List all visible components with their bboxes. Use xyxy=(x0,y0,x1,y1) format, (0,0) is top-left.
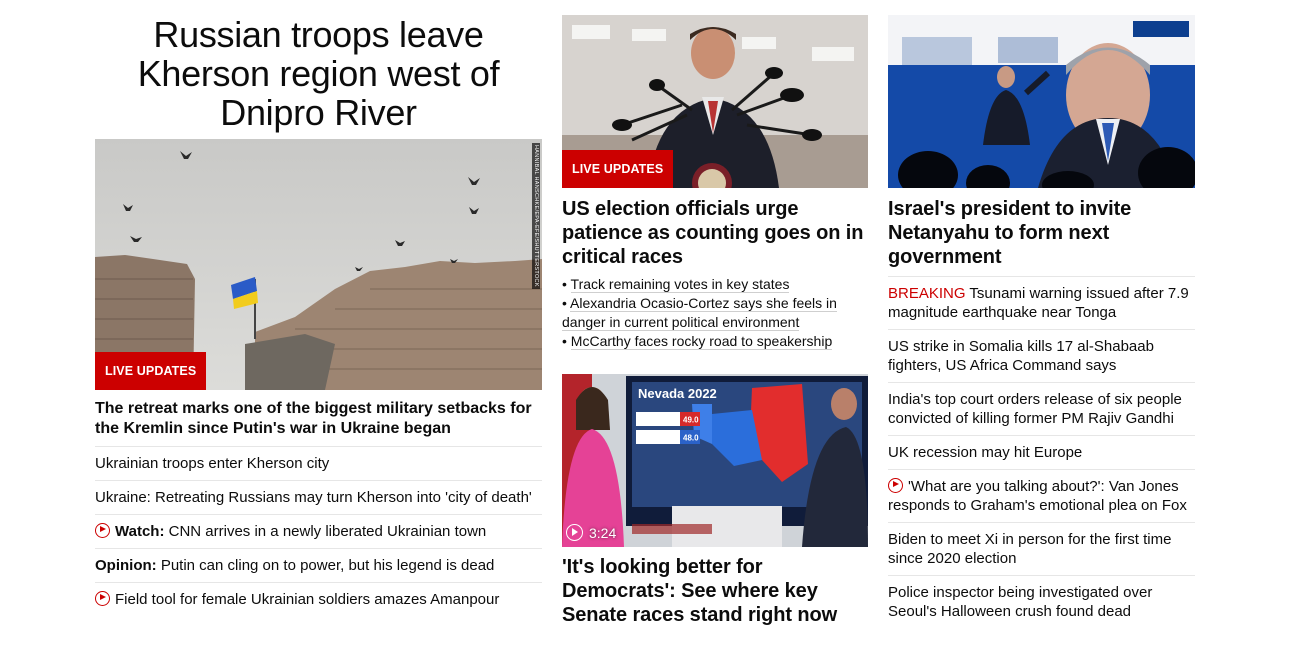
screen-title: Nevada 2022 xyxy=(638,386,717,401)
headline-link-6[interactable]: Biden to meet Xi in person for the first… xyxy=(888,522,1195,575)
photo-credit: HANNIBAL HANSCHKE/EPA-EFE/SHUTTERSTOCK xyxy=(532,143,540,289)
screen-value-1: 49.0 xyxy=(683,416,699,425)
link-text: CNN arrives in a newly liberated Ukraini… xyxy=(164,523,487,540)
related-link-1[interactable]: Ukrainian troops enter Kherson city xyxy=(95,446,542,480)
related-link-5[interactable]: Field tool for female Ukrainian soldiers… xyxy=(95,582,542,616)
link-text: Ukrainian troops enter Kherson city xyxy=(95,455,330,472)
headline-link-7[interactable]: Police inspector being investigated over… xyxy=(888,575,1195,628)
screen-value-2: 48.0 xyxy=(683,434,699,443)
headline-link-1[interactable]: BREAKING Tsunami warning issued after 7.… xyxy=(888,276,1195,329)
lead-story-column: Russian troops leave Kherson region west… xyxy=(95,15,542,616)
play-circle-icon xyxy=(566,524,583,541)
election-bullets: • Track remaining votes in key states • A… xyxy=(562,275,868,351)
link-text: Ukraine: Retreating Russians may turn Kh… xyxy=(95,489,532,506)
headline-text: Police inspector being investigated over… xyxy=(888,584,1153,620)
bullet-text: Alexandria Ocasio-Cortez says she feels … xyxy=(562,295,837,331)
lead-headline[interactable]: Russian troops leave Kherson region west… xyxy=(95,15,542,132)
right-column: Israel's president to invite Netanyahu t… xyxy=(888,15,1195,628)
netanyahu-image xyxy=(888,15,1195,188)
video-duration: 3:24 xyxy=(566,524,616,541)
nevada-video-image: Nevada 2022 49.0 48.0 xyxy=(562,374,868,547)
play-video-icon xyxy=(888,478,903,493)
headline-text: US strike in Somalia kills 17 al-Shabaab… xyxy=(888,338,1154,374)
link-text: Field tool for female Ukrainian soldiers… xyxy=(115,591,500,608)
live-updates-badge-2[interactable]: LIVE UPDATES xyxy=(562,150,674,188)
election-bullet-1[interactable]: • Track remaining votes in key states xyxy=(562,275,868,294)
link-text: Putin can cling on to power, but his leg… xyxy=(156,557,495,574)
election-officials-headline[interactable]: US election officials urge patience as c… xyxy=(562,197,868,269)
headline-text: 'What are you talking about?': Van Jones… xyxy=(888,478,1187,514)
headline-link-3[interactable]: India's top court orders release of six … xyxy=(888,382,1195,435)
headline-link-5[interactable]: 'What are you talking about?': Van Jones… xyxy=(888,469,1195,522)
headline-text: India's top court orders release of six … xyxy=(888,391,1182,427)
bullet-text: Track remaining votes in key states xyxy=(570,276,790,293)
election-bullet-2[interactable]: • Alexandria Ocasio-Cortez says she feel… xyxy=(562,294,868,332)
middle-column: LIVE UPDATES US election officials urge … xyxy=(562,15,868,627)
related-link-4[interactable]: Opinion: Putin can cling on to power, bu… xyxy=(95,548,542,582)
lead-summary-link[interactable]: The retreat marks one of the biggest mil… xyxy=(95,399,542,439)
election-officials-photo[interactable]: LIVE UPDATES xyxy=(562,15,868,188)
election-bullet-3[interactable]: • McCarthy faces rocky road to speakersh… xyxy=(562,332,868,351)
related-link-3[interactable]: Watch: CNN arrives in a newly liberated … xyxy=(95,514,542,548)
related-link-2[interactable]: Ukraine: Retreating Russians may turn Kh… xyxy=(95,480,542,514)
headline-text: UK recession may hit Europe xyxy=(888,444,1083,461)
link-prefix: Watch: xyxy=(115,523,165,540)
bullet-dot: • xyxy=(562,295,571,311)
lead-headline-link[interactable]: Russian troops leave Kherson region west… xyxy=(138,14,500,133)
bullet-dot: • xyxy=(562,333,571,349)
netanyahu-photo[interactable] xyxy=(888,15,1195,188)
bullet-text: McCarthy faces rocky road to speakership xyxy=(570,333,833,350)
nevada-video-thumbnail[interactable]: Nevada 2022 49.0 48.0 3:24 xyxy=(562,374,868,547)
play-video-icon xyxy=(95,591,110,606)
headline-text: Biden to meet Xi in person for the first… xyxy=(888,531,1172,567)
headline-link-2[interactable]: US strike in Somalia kills 17 al-Shabaab… xyxy=(888,329,1195,382)
related-links-list: Ukrainian troops enter Kherson city Ukrai… xyxy=(95,446,542,616)
live-updates-badge[interactable]: LIVE UPDATES xyxy=(95,352,207,390)
bullet-dot: • xyxy=(562,276,571,292)
netanyahu-headline[interactable]: Israel's president to invite Netanyahu t… xyxy=(888,197,1195,269)
nevada-video-headline[interactable]: 'It's looking better for Democrats': See… xyxy=(562,555,868,627)
kherson-photo[interactable]: HANNIBAL HANSCHKE/EPA-EFE/SHUTTERSTOCK L… xyxy=(95,139,542,390)
link-prefix: Opinion: xyxy=(95,557,157,574)
play-video-icon xyxy=(95,523,110,538)
duration-text: 3:24 xyxy=(589,524,617,541)
breaking-label: BREAKING xyxy=(888,285,966,302)
headline-link-4[interactable]: UK recession may hit Europe xyxy=(888,435,1195,469)
headlines-list: BREAKING Tsunami warning issued after 7.… xyxy=(888,276,1195,628)
